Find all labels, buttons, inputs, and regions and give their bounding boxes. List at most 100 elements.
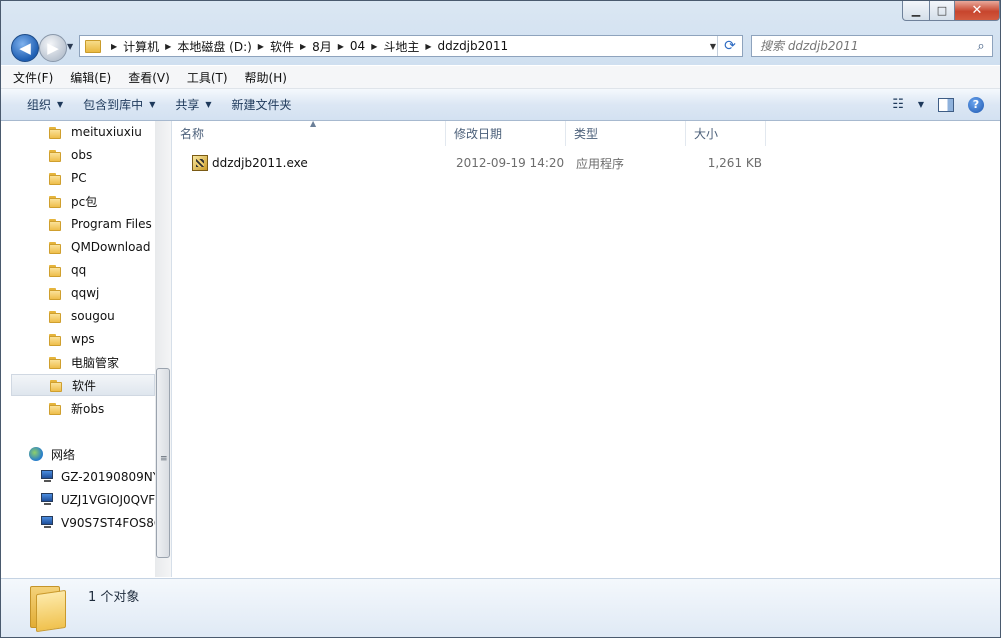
scrollbar-thumb[interactable]: ≡ — [156, 368, 170, 558]
nav-folder-label: 新obs — [71, 401, 105, 416]
arrow-left-icon: ◀ — [19, 39, 31, 57]
close-button[interactable]: ✕ — [955, 1, 1000, 21]
preview-pane-icon[interactable] — [938, 97, 954, 112]
nav-folder-label: wps — [71, 332, 95, 346]
chevron-right-icon[interactable]: ▶ — [425, 42, 431, 51]
nav-folder-item[interactable]: Program Files — [11, 213, 155, 235]
arrow-right-icon: ▶ — [47, 39, 59, 57]
menu-view[interactable]: 查看(V) — [123, 69, 175, 86]
column-headers: 名称 ▲ 修改日期 类型 大小 — [172, 119, 1000, 146]
item-count: 1 个对象 — [88, 590, 140, 605]
share-button[interactable]: 共享 ▼ — [165, 89, 221, 120]
column-modified[interactable]: 修改日期 — [446, 121, 566, 146]
recent-pages-dropdown[interactable]: ▼ — [67, 42, 73, 51]
refresh-icon: ⟳ — [724, 38, 736, 54]
file-type: 应用程序 — [576, 156, 625, 171]
chevron-right-icon[interactable]: ▶ — [371, 42, 377, 51]
application-icon — [192, 155, 208, 171]
breadcrumb-04[interactable]: 04 — [350, 39, 365, 53]
breadcrumb-computer[interactable]: 计算机 — [123, 38, 159, 55]
file-list: 名称 ▲ 修改日期 类型 大小 ddzdjb2011.exe 2012-09-19… — [172, 119, 1000, 577]
menu-edit[interactable]: 编辑(E) — [65, 69, 116, 86]
details-pane: 1 个对象 — [1, 578, 1000, 637]
column-size-label: 大小 — [694, 127, 719, 141]
nav-folder-item[interactable]: sougou — [11, 305, 155, 327]
column-modified-label: 修改日期 — [454, 127, 503, 141]
breadcrumb-software[interactable]: 软件 — [270, 38, 294, 55]
minimize-button[interactable]: ▁ — [902, 1, 930, 21]
search-icon[interactable]: ⌕ — [970, 39, 992, 54]
nav-computer-item[interactable]: GZ-20190809NY — [11, 466, 155, 488]
include-in-library-label: 包含到库中 — [83, 98, 144, 112]
menu-help[interactable]: 帮助(H) — [240, 69, 292, 86]
include-in-library-button[interactable]: 包含到库中 ▼ — [73, 89, 165, 120]
breadcrumb-drive-d[interactable]: 本地磁盘 (D:) — [177, 38, 251, 55]
view-options-icon[interactable]: ☷ — [892, 97, 904, 112]
chevron-down-icon: ▼ — [149, 100, 156, 109]
file-row[interactable]: ddzdjb2011.exe 2012-09-19 14:20 应用程序 1,2… — [180, 152, 780, 174]
chevron-right-icon[interactable]: ▶ — [338, 42, 344, 51]
menu-tools[interactable]: 工具(T) — [182, 69, 233, 86]
search-box: ⌕ — [751, 35, 993, 57]
navigation-scrollbar[interactable]: ≡ — [155, 121, 171, 577]
refresh-button[interactable]: ⟳ — [717, 36, 742, 56]
nav-folder-label: qqwj — [71, 286, 100, 300]
breadcrumb-current[interactable]: ddzdjb2011 — [438, 39, 509, 53]
folder-icon — [28, 582, 68, 633]
nav-folder-item[interactable]: obs — [11, 144, 155, 166]
back-button[interactable]: ◀ — [11, 34, 39, 62]
breadcrumb-doudizhu[interactable]: 斗地主 — [383, 38, 419, 55]
nav-folder-label: 电脑管家 — [71, 355, 120, 370]
maximize-button[interactable]: □ — [930, 1, 955, 21]
file-name: ddzdjb2011.exe — [212, 156, 308, 170]
column-name[interactable]: 名称 ▲ — [172, 119, 446, 146]
chevron-right-icon[interactable]: ▶ — [300, 42, 306, 51]
nav-folder-item[interactable]: 电脑管家 — [11, 351, 155, 373]
nav-folder-item[interactable]: qq — [11, 259, 155, 281]
nav-folder-label: PC — [71, 171, 87, 185]
chevron-right-icon[interactable]: ▶ — [165, 42, 171, 51]
menu-bar: 文件(F) 编辑(E) 查看(V) 工具(T) 帮助(H) — [1, 66, 1000, 89]
column-name-label: 名称 — [180, 127, 205, 141]
nav-computer-item[interactable]: V90S7ST4FOS8C — [11, 512, 155, 534]
command-bar: 组织 ▼ 包含到库中 ▼ 共享 ▼ 新建文件夹 ☷ ▼ ? — [1, 89, 1000, 121]
chevron-down-icon: ▼ — [205, 100, 212, 109]
nav-folder-label: sougou — [71, 309, 115, 323]
forward-button[interactable]: ▶ — [39, 34, 67, 62]
breadcrumb-august[interactable]: 8月 — [312, 38, 332, 55]
nav-folder-item[interactable]: meituxiuxiu — [11, 121, 155, 143]
nav-network[interactable]: 网络 — [11, 443, 155, 465]
nav-computer-label: UZJ1VGIOJ0QVF — [61, 493, 155, 507]
chevron-right-icon[interactable]: ▶ — [111, 42, 117, 51]
computer-icon — [39, 470, 55, 484]
column-size[interactable]: 大小 — [686, 121, 766, 146]
nav-folder-item[interactable]: 新obs — [11, 397, 155, 419]
folder-icon — [49, 402, 63, 415]
address-dropdown-icon[interactable]: ▼ — [710, 42, 716, 51]
nav-folder-item[interactable]: qqwj — [11, 282, 155, 304]
folder-icon — [49, 333, 63, 346]
breadcrumb: ▶ 计算机 ▶ 本地磁盘 (D:) ▶ 软件 ▶ 8月 ▶ 04 ▶ 斗地主 ▶… — [105, 36, 508, 56]
organize-button[interactable]: 组织 ▼ — [17, 89, 73, 120]
nav-folder-item[interactable]: PC — [11, 167, 155, 189]
address-bar[interactable]: ▶ 计算机 ▶ 本地磁盘 (D:) ▶ 软件 ▶ 8月 ▶ 04 ▶ 斗地主 ▶… — [79, 35, 743, 57]
file-modified: 2012-09-19 14:20 — [456, 156, 565, 170]
new-folder-button[interactable]: 新建文件夹 — [222, 89, 302, 120]
nav-computer-item[interactable]: UZJ1VGIOJ0QVF — [11, 489, 155, 511]
nav-computer-label: V90S7ST4FOS8C — [61, 516, 155, 530]
navigation-pane: meituxiuxiu obs PC pc包 Program Files QMDownlo… — [1, 121, 172, 577]
nav-folder-label: obs — [71, 148, 93, 162]
nav-folder-item[interactable]: wps — [11, 328, 155, 350]
column-type[interactable]: 类型 — [566, 121, 686, 146]
nav-folder-item[interactable]: QMDownload — [11, 236, 155, 258]
computer-icon — [39, 516, 55, 530]
folder-icon — [49, 264, 63, 277]
menu-file[interactable]: 文件(F) — [8, 69, 58, 86]
chevron-right-icon[interactable]: ▶ — [258, 42, 264, 51]
network-icon — [29, 447, 45, 461]
view-dropdown-icon[interactable]: ▼ — [918, 100, 924, 109]
nav-folder-item[interactable]: pc包 — [11, 190, 155, 212]
search-input[interactable] — [752, 38, 970, 54]
nav-folder-item[interactable]: 软件 — [11, 374, 155, 396]
help-icon[interactable]: ? — [968, 96, 984, 113]
